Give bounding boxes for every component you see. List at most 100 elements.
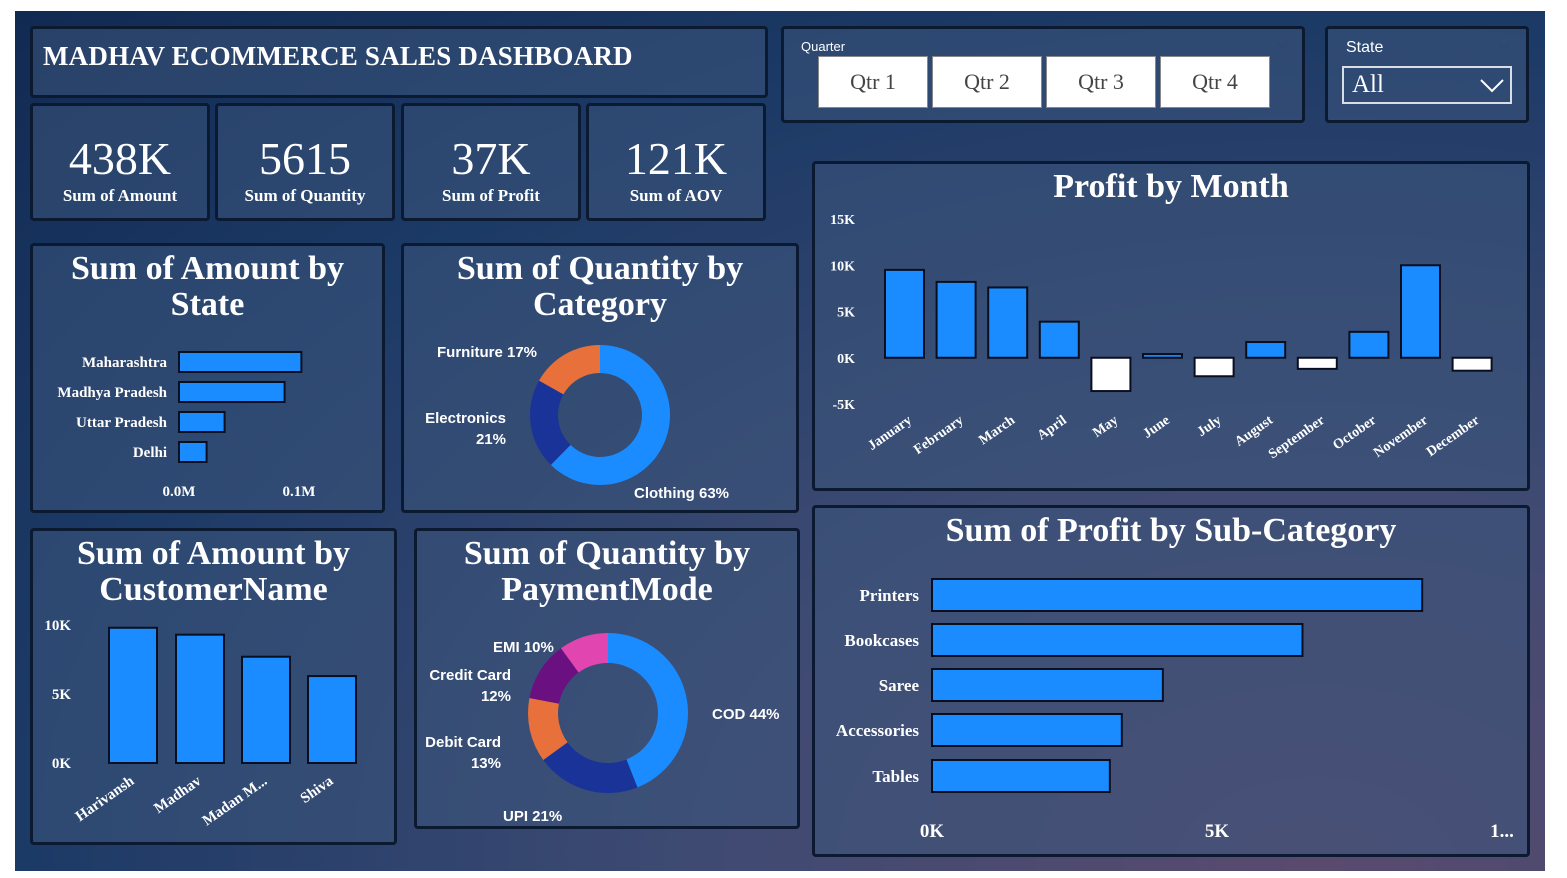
category-label: December — [1424, 413, 1482, 460]
amount-by-state-chart: Maharashtra Madhya Pradesh Uttar Pradesh De… — [57, 351, 315, 500]
tick-label: 10K — [44, 618, 71, 634]
quantity-by-category-panel: Sum of Quantity by Category Clothing 63%… — [401, 243, 799, 513]
slice-label: Debit Card — [425, 734, 501, 751]
tick-label: 0.0M — [163, 484, 196, 500]
category-label: Uttar Pradesh — [76, 415, 168, 431]
quarter-option-2[interactable]: Qtr 2 — [932, 56, 1042, 108]
dashboard-canvas: MADHAV ECOMMERCE SALES DASHBOARD 438K Su… — [15, 11, 1545, 871]
slice-label: 12% — [481, 688, 511, 705]
tick-label: 5K — [1205, 821, 1230, 842]
category-label: February — [911, 413, 966, 458]
category-label: November — [1371, 413, 1431, 461]
tick-label: 15K — [830, 213, 855, 228]
amount-by-customer-panel: Sum of Amount by CustomerName 10K 5K 0K Har… — [30, 528, 397, 845]
tick-label: 0K — [837, 352, 855, 367]
bar — [1400, 264, 1441, 359]
kpi-label: Sum of AOV — [629, 186, 723, 205]
bar — [935, 280, 977, 359]
slice-label: 21% — [476, 431, 506, 448]
category-label: September — [1266, 413, 1327, 462]
category-label: March — [976, 413, 1018, 448]
profit-by-month-panel: Profit by Month 15K 10K 5K 0K -5K January Febr… — [812, 161, 1530, 491]
category-label: Bookcases — [844, 631, 919, 650]
quarter-option-4[interactable]: Qtr 4 — [1160, 56, 1270, 108]
chevron-down-icon[interactable] — [1276, 41, 1288, 49]
state-slicer-label: State — [1346, 39, 1384, 56]
category-label: Maharashtra — [82, 355, 167, 371]
category-label: Saree — [879, 676, 920, 695]
kpi-value: 37K — [451, 133, 531, 184]
quarter-option-3[interactable]: Qtr 3 — [1046, 56, 1156, 108]
kpi-card-profit: 37K Sum of Profit — [401, 103, 581, 221]
slice-label: 13% — [471, 755, 501, 772]
kpi-value: 121K — [624, 133, 728, 184]
dashboard-title: MADHAV ECOMMERCE SALES DASHBOARD — [43, 41, 633, 71]
tick-label: -5K — [832, 398, 855, 413]
kpi-card-aov: 121K Sum of AOV — [586, 103, 766, 221]
bar — [108, 626, 158, 765]
bar — [1142, 353, 1183, 359]
slice-label: UPI 21% — [503, 808, 562, 825]
bar — [931, 713, 1123, 747]
kpi-value: 438K — [68, 133, 172, 184]
bar — [1193, 356, 1235, 378]
slice-label: COD 44% — [712, 706, 780, 723]
tick-label: 10K — [830, 259, 855, 274]
bar — [1090, 356, 1132, 393]
bar — [1038, 320, 1080, 359]
amount-by-customer-chart: 10K 5K 0KHarivansh MadhavMadan M... Shiva — [44, 618, 357, 829]
category-label: Tables — [872, 767, 919, 786]
bar — [884, 268, 925, 359]
slice-label: EMI 10% — [493, 639, 554, 656]
quarter-option-1[interactable]: Qtr 1 — [818, 56, 928, 108]
bar — [931, 759, 1111, 793]
kpi-label: Sum of Profit — [442, 186, 540, 205]
category-label: Delhi — [133, 445, 167, 461]
chevron-down-icon[interactable] — [1498, 43, 1510, 51]
profit-by-subcategory-panel: Sum of Profit by Sub-Category Printers Bo… — [812, 505, 1530, 857]
bar — [1451, 356, 1493, 372]
bar — [1348, 330, 1390, 359]
bar — [1296, 356, 1338, 370]
state-dropdown-value: All — [1352, 71, 1384, 98]
bar — [178, 411, 226, 433]
category-label: June — [1141, 413, 1173, 442]
bar — [241, 655, 291, 764]
slice-label: Furniture 17% — [437, 344, 537, 361]
tick-label: 1... — [1490, 821, 1514, 842]
bar — [931, 578, 1424, 612]
category-label: July — [1195, 413, 1225, 440]
category-label: Madhya Pradesh — [57, 385, 167, 401]
bar — [987, 286, 1029, 359]
kpi-label: Sum of Amount — [62, 186, 178, 205]
category-label: Printers — [860, 586, 920, 605]
kpi-label: Sum of Quantity — [244, 186, 366, 205]
slice-label: Electronics — [425, 410, 506, 427]
tick-label: 5K — [837, 306, 855, 321]
bar — [178, 381, 286, 403]
tick-label: 5K — [52, 687, 72, 703]
category-label: Shiva — [298, 773, 337, 807]
category-label: August — [1232, 413, 1276, 450]
quarter-slicer: Quarter Qtr 1 Qtr 2 Qtr 3 Qtr 4 — [781, 26, 1305, 123]
category-label: May — [1090, 413, 1121, 441]
state-dropdown[interactable]: All — [1342, 66, 1512, 104]
category-label: April — [1035, 413, 1070, 444]
tick-label: 0K — [52, 756, 72, 772]
bar — [307, 675, 357, 764]
kpi-card-amount: 438K Sum of Amount — [30, 103, 210, 221]
bar — [178, 441, 208, 463]
quarter-slicer-label: Quarter — [801, 39, 846, 54]
category-label: Madhav — [151, 773, 204, 817]
category-label: Harivansh — [73, 773, 138, 825]
amount-by-state-panel: Sum of Amount by State Maharashtra Madhya… — [30, 243, 385, 513]
slice-label: Clothing 63% — [634, 485, 729, 502]
quantity-by-paymentmode-panel: Sum of Quantity by PaymentMode COD 44% UP… — [414, 528, 800, 829]
bar — [178, 351, 303, 373]
tick-label: 0K — [920, 821, 945, 842]
bar — [1245, 341, 1287, 359]
state-slicer: State All — [1325, 26, 1529, 123]
title-panel: MADHAV ECOMMERCE SALES DASHBOARD — [30, 26, 768, 98]
profit-by-month-chart: 15K 10K 5K 0K -5K JanuaryFebruary March April Ma… — [830, 213, 1493, 462]
donut-slice — [543, 742, 638, 793]
